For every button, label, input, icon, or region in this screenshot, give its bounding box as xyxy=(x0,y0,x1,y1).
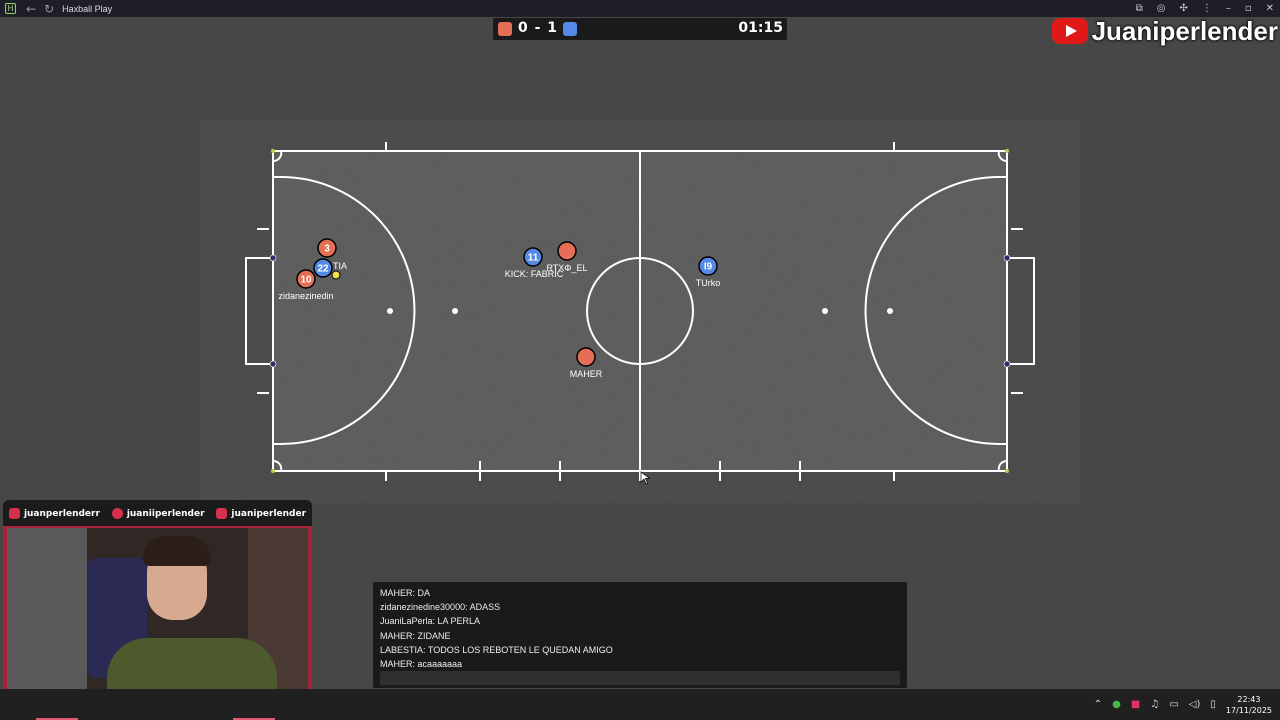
social-instagram: juaniiperlender xyxy=(111,507,205,519)
webcam-wall xyxy=(7,528,87,690)
player-name: RTXΦ_EL xyxy=(546,263,587,273)
player-disc xyxy=(557,241,577,261)
player-number: 10 xyxy=(300,275,312,286)
microphone-icon[interactable]: ♫ xyxy=(1150,699,1159,710)
player-number: 11 xyxy=(528,253,539,264)
battery-icon[interactable]: ▯ xyxy=(1210,699,1216,710)
ball xyxy=(331,270,341,280)
taskbar: ⌃ ● ■ ♫ ▭ ◁) ▯ 22:43 17/11/2025 xyxy=(0,689,1280,720)
player-name: MAHER xyxy=(570,369,603,379)
player-number: I9 xyxy=(704,262,713,273)
chat-message: MAHER: DA xyxy=(380,588,431,598)
system-tray: ⌃ ● ■ ♫ ▭ ◁) ▯ 22:43 17/11/2025 xyxy=(1094,689,1272,720)
chat-message: MAHER: acaaaaaaa xyxy=(380,659,463,670)
volume-icon[interactable]: ◁) xyxy=(1189,699,1201,710)
clock[interactable]: 22:43 17/11/2025 xyxy=(1226,694,1272,716)
chat-panel: MAHER: DA zidanezinedine30000: ADASS Jua… xyxy=(373,582,907,688)
chat-messages: MAHER: DA zidanezinedine30000: ADASS Jua… xyxy=(380,586,613,671)
youtube-handle: juaniperlender xyxy=(231,508,307,519)
youtube-icon xyxy=(216,507,228,519)
security-icon[interactable]: ● xyxy=(1112,699,1121,710)
player-name: TUrko xyxy=(696,278,721,288)
app-tray-icon[interactable]: ■ xyxy=(1131,699,1140,710)
instagram-handle: juaniiperlender xyxy=(126,508,205,519)
clock-time: 22:43 xyxy=(1237,694,1261,704)
player-name: zidanezinedin xyxy=(278,291,333,301)
webcam-person-hair xyxy=(143,536,211,566)
chat-message: LABESTIA: TODOS LOS REBOTEN LE QUEDAN AM… xyxy=(380,644,613,655)
twitter-handle: juanperlenderr xyxy=(23,508,100,519)
social-handles-bar: juanperlenderr juaniiperlender juaniperl… xyxy=(3,500,312,526)
social-youtube: juaniperlender xyxy=(216,507,307,519)
twitter-icon xyxy=(8,507,20,519)
player-number: 22 xyxy=(317,264,329,275)
player-red: 3 xyxy=(317,238,337,258)
chat-input[interactable] xyxy=(380,671,900,685)
network-icon[interactable]: ▭ xyxy=(1169,699,1178,710)
webcam-person-body xyxy=(107,638,277,690)
chat-message: JuaniLaPerla: LA PERLA xyxy=(380,616,481,627)
instagram-icon xyxy=(111,507,123,519)
mouse-cursor-icon xyxy=(640,471,651,485)
chevron-up-icon[interactable]: ⌃ xyxy=(1094,699,1102,710)
player-number: 3 xyxy=(324,244,330,255)
clock-date: 17/11/2025 xyxy=(1225,705,1272,715)
player-disc xyxy=(576,347,596,367)
chat-message: MAHER: ZIDANE xyxy=(380,630,451,641)
chat-message: zidanezinedine30000: ADASS xyxy=(380,602,501,613)
social-twitter: juanperlenderr xyxy=(8,507,100,519)
webcam-overlay xyxy=(3,526,312,694)
player-name: TIA xyxy=(333,261,347,271)
